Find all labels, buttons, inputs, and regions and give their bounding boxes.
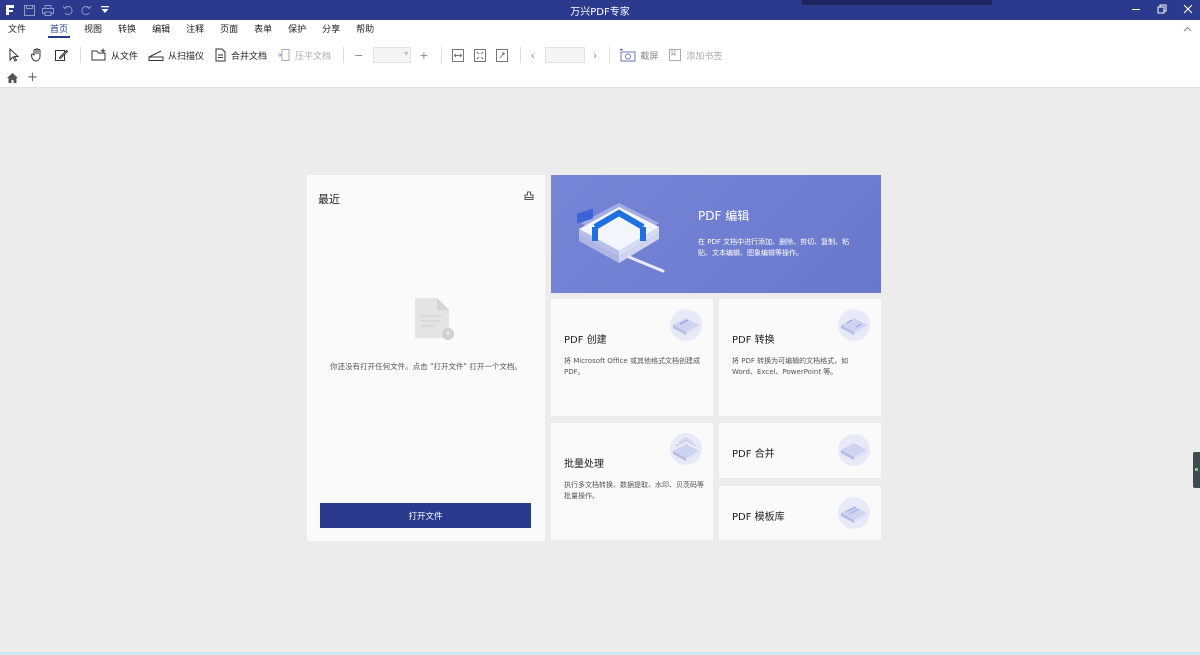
menu-page[interactable]: 页面	[212, 20, 246, 40]
fit-page-icon	[473, 48, 486, 62]
add-bookmark-button[interactable]: 添加书签	[668, 45, 722, 65]
edit-icon	[55, 49, 68, 61]
restore-icon[interactable]	[1156, 2, 1168, 16]
scanner-icon	[148, 50, 164, 61]
pdf-edit-title: PDF 编辑	[698, 209, 750, 223]
menu-edit[interactable]: 编辑	[144, 20, 178, 40]
previous-page-button[interactable]: ‹	[531, 49, 535, 62]
flatten-icon	[278, 49, 290, 61]
actual-size-button[interactable]	[495, 45, 508, 65]
document-tab-strip: +	[0, 70, 1200, 88]
pdf-edit-card[interactable]: PDF 编辑 在 PDF 文档中进行添加、删除、剪切、复制、粘贴、文本编辑、图象…	[551, 175, 881, 293]
from-scanner-button[interactable]: 从扫描仪	[148, 45, 204, 65]
menu-share[interactable]: 分享	[314, 20, 348, 40]
clear-recent-icon[interactable]	[524, 191, 534, 204]
pdf-create-description: 将 Microsoft Office 或其他格式文档创建成 PDF。	[564, 357, 700, 376]
pdf-convert-illustration-icon	[836, 308, 872, 345]
window-title: 万兴PDF专家	[570, 7, 630, 18]
screenshot-label: 截屏	[640, 51, 659, 62]
flatten-docs-label: 压平文档	[295, 51, 332, 62]
ribbon-toolbar: 从文件 从扫描仪 合并文档 压平文档 − + ‹ › 截屏 添加书签	[0, 40, 1200, 70]
batch-process-description: 执行多文档转换、数据提取、水印、贝茨码等批量操作。	[564, 481, 704, 500]
pdf-create-card[interactable]: PDF 创建 将 Microsoft Office 或其他格式文档创建成 PDF…	[551, 299, 713, 416]
toolbar-divider	[609, 47, 611, 63]
menu-protect[interactable]: 保护	[280, 20, 314, 40]
pdf-edit-illustration-icon	[573, 193, 673, 278]
open-file-button[interactable]: 打开文件	[320, 503, 531, 528]
merge-docs-button[interactable]: 合并文档	[214, 45, 267, 65]
window-controls	[1130, 2, 1194, 16]
close-icon[interactable]	[1182, 2, 1194, 16]
page-number-input[interactable]	[544, 47, 585, 63]
fit-width-icon	[451, 48, 464, 62]
pdf-convert-description: 将 PDF 转换为可编辑的文档格式，如 Word、Excel、PowerPoin…	[732, 357, 849, 376]
pdf-convert-title: PDF 转换	[732, 335, 775, 346]
toolbar-divider	[440, 47, 442, 63]
menu-convert[interactable]: 转换	[110, 20, 144, 40]
camera-icon	[620, 48, 636, 62]
pdf-templates-title: PDF 模板库	[732, 512, 785, 523]
empty-recent-message: 你还没有打开任何文件。点击 "打开文件" 打开一个文档。	[330, 362, 522, 371]
hand-icon	[30, 48, 41, 62]
title-bar: 万兴PDF专家	[0, 0, 1200, 20]
cursor-icon	[9, 48, 20, 62]
next-page-button[interactable]: ›	[593, 49, 597, 62]
menu-help[interactable]: 帮助	[348, 20, 382, 40]
edit-tool-button[interactable]	[54, 45, 68, 65]
menu-home[interactable]: 首页	[42, 20, 76, 40]
menu-view[interactable]: 视图	[76, 20, 110, 40]
toolbar-divider	[343, 47, 345, 63]
menu-comment[interactable]: 注释	[178, 20, 212, 40]
pdf-templates-card[interactable]: PDF 模板库	[719, 486, 881, 540]
from-file-label: 从文件	[111, 51, 139, 62]
menu-file[interactable]: 文件	[0, 20, 34, 40]
pdf-merge-card[interactable]: PDF 合并	[719, 423, 881, 478]
batch-process-illustration-icon	[668, 432, 704, 469]
toolbar-divider	[80, 47, 81, 63]
toolbar-divider	[519, 47, 521, 63]
actual-size-icon	[495, 48, 508, 62]
pdf-templates-illustration-icon	[836, 496, 872, 533]
flatten-docs-button[interactable]: 压平文档	[277, 45, 331, 65]
pdf-convert-card[interactable]: PDF 转换 将 PDF 转换为可编辑的文档格式，如 Word、Excel、Po…	[719, 299, 881, 416]
batch-process-card[interactable]: 批量处理 执行多文档转换、数据提取、水印、贝茨码等批量操作。	[551, 423, 713, 540]
pdf-merge-illustration-icon	[836, 433, 872, 470]
new-tab-icon[interactable]: +	[27, 70, 38, 85]
fit-page-button[interactable]	[473, 45, 486, 65]
from-file-button[interactable]: 从文件	[91, 45, 138, 65]
folder-add-icon	[91, 48, 106, 61]
hand-tool-button[interactable]	[30, 45, 44, 65]
pdf-edit-description: 在 PDF 文档中进行添加、删除、剪切、复制、粘贴、文本编辑、图象编辑等操作。	[698, 238, 850, 257]
home-icon[interactable]	[6, 72, 19, 87]
zoom-out-button[interactable]: −	[354, 49, 363, 62]
from-scanner-label: 从扫描仪	[168, 51, 205, 62]
fit-width-button[interactable]	[451, 45, 464, 65]
merge-docs-label: 合并文档	[231, 51, 268, 62]
zoom-level-select[interactable]	[373, 47, 412, 63]
side-panel-handle[interactable]	[1193, 452, 1200, 488]
merge-document-icon	[215, 48, 226, 62]
batch-process-title: 批量处理	[564, 459, 604, 470]
minimize-icon[interactable]	[1130, 2, 1142, 16]
pdf-create-illustration-icon	[668, 308, 704, 345]
add-bookmark-label: 添加书签	[686, 51, 723, 62]
recent-files-panel: 最近 你还没有打开任何文件。点击 "打开文件" 打开一个文档。 打开文件	[307, 175, 545, 541]
empty-document-icon	[413, 296, 455, 345]
menu-bar: 文件 首页 视图 转换 编辑 注释 页面 表单 保护 分享 帮助	[0, 20, 1200, 40]
collapse-ribbon-icon[interactable]	[1183, 24, 1192, 35]
select-tool-button[interactable]	[8, 45, 20, 65]
recent-title: 最近	[318, 193, 340, 206]
bookmark-icon	[669, 49, 682, 61]
menu-form[interactable]: 表单	[246, 20, 280, 40]
pdf-merge-title: PDF 合并	[732, 449, 775, 460]
screenshot-button[interactable]: 截屏	[620, 45, 658, 65]
zoom-in-button[interactable]: +	[419, 49, 428, 62]
pdf-create-title: PDF 创建	[564, 335, 607, 346]
